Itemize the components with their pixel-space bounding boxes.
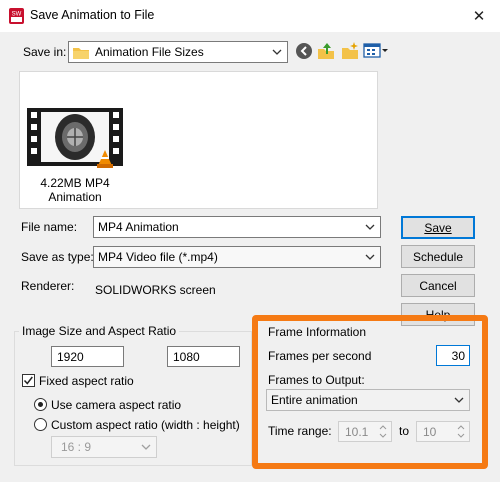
chevron-down-icon xyxy=(453,393,465,407)
frames-to-output-select[interactable]: Entire animation xyxy=(266,389,470,411)
renderer-label: Renderer: xyxy=(21,279,75,293)
fps-value: 30 xyxy=(451,348,465,363)
new-folder-icon xyxy=(342,42,358,59)
chevron-down-icon[interactable] xyxy=(364,220,376,234)
new-folder-button[interactable] xyxy=(340,41,360,61)
time-range-to[interactable]: 10 xyxy=(416,421,470,442)
chevron-down-icon xyxy=(140,440,152,454)
up-folder-icon xyxy=(318,43,334,59)
time-range-from[interactable]: 10.1 xyxy=(338,421,392,442)
view-menu-icon xyxy=(363,43,388,58)
chevron-down-icon xyxy=(364,250,376,264)
custom-aspect-radio[interactable] xyxy=(34,418,47,431)
window-title: Save Animation to File xyxy=(30,8,155,22)
spin-arrows-icon[interactable] xyxy=(454,423,468,440)
file-name-value: MP4 Animation xyxy=(98,220,179,234)
view-menu-button[interactable] xyxy=(363,42,389,60)
file-name-caption: Animation xyxy=(48,190,102,204)
time-from-value: 10.1 xyxy=(345,424,369,439)
frame-info-group-title: Frame Information xyxy=(268,325,367,339)
up-folder-button[interactable] xyxy=(316,41,336,61)
fps-label: Frames per second xyxy=(268,349,372,363)
to-label: to xyxy=(399,424,410,438)
checkmark-icon xyxy=(23,376,33,385)
schedule-button-label: Schedule xyxy=(412,249,464,264)
folder-icon xyxy=(73,46,89,59)
frames-to-output-value: Entire animation xyxy=(271,393,358,407)
schedule-button[interactable]: Schedule xyxy=(401,245,475,268)
time-range-label: Time range: xyxy=(268,424,332,438)
back-icon xyxy=(296,43,312,59)
save-as-type-select[interactable]: MP4 Video file (*.mp4) xyxy=(93,246,381,268)
close-icon: ✕ xyxy=(472,8,486,25)
frames-to-output-label: Frames to Output: xyxy=(268,373,365,387)
use-camera-aspect-label: Use camera aspect ratio xyxy=(51,398,182,412)
file-name-input[interactable]: MP4 Animation xyxy=(93,216,381,238)
file-name-label: File name: xyxy=(21,220,78,234)
save-in-combo[interactable]: Animation File Sizes xyxy=(68,41,288,63)
width-value: 1920 xyxy=(57,349,84,364)
save-button-label: Save xyxy=(424,220,452,235)
height-value: 1080 xyxy=(173,349,200,364)
save-as-type-value: MP4 Video file (*.mp4) xyxy=(98,250,218,264)
chevron-down-icon xyxy=(271,45,283,59)
save-button[interactable]: Save xyxy=(401,216,475,239)
cancel-button[interactable]: Cancel xyxy=(401,274,475,297)
app-icon: SW xyxy=(8,7,25,25)
back-button[interactable] xyxy=(295,42,313,60)
cancel-button-label: Cancel xyxy=(419,278,457,293)
spin-arrows-icon[interactable] xyxy=(376,423,390,440)
fps-input[interactable]: 30 xyxy=(436,345,470,366)
save-in-label: Save in: xyxy=(23,45,67,59)
save-as-type-label: Save as type: xyxy=(21,250,94,264)
video-file-icon xyxy=(27,108,123,168)
fixed-aspect-checkbox[interactable] xyxy=(22,374,35,387)
renderer-value: SOLIDWORKS screen xyxy=(95,283,216,297)
time-to-value: 10 xyxy=(423,424,437,439)
width-input[interactable]: 1920 xyxy=(51,346,124,367)
aspect-ratio-value: 16 : 9 xyxy=(61,440,92,454)
svg-text:SW: SW xyxy=(12,12,22,18)
mp4-file-thumbnail[interactable] xyxy=(27,108,123,172)
use-camera-aspect-radio[interactable] xyxy=(34,398,47,411)
save-in-value: Animation File Sizes xyxy=(95,45,204,59)
image-size-group-title: Image Size and Aspect Ratio xyxy=(19,324,180,338)
custom-aspect-label: Custom aspect ratio (width : height) xyxy=(51,418,240,432)
file-size-label: 4.22MB MP4 xyxy=(40,176,110,190)
fixed-aspect-label: Fixed aspect ratio xyxy=(39,374,134,388)
preview-file-caption: 4.22MB MP4 Animation xyxy=(19,176,131,204)
close-button[interactable]: ✕ xyxy=(458,0,500,32)
aspect-ratio-select[interactable]: 16 : 9 xyxy=(51,436,157,458)
height-input[interactable]: 1080 xyxy=(167,346,240,367)
